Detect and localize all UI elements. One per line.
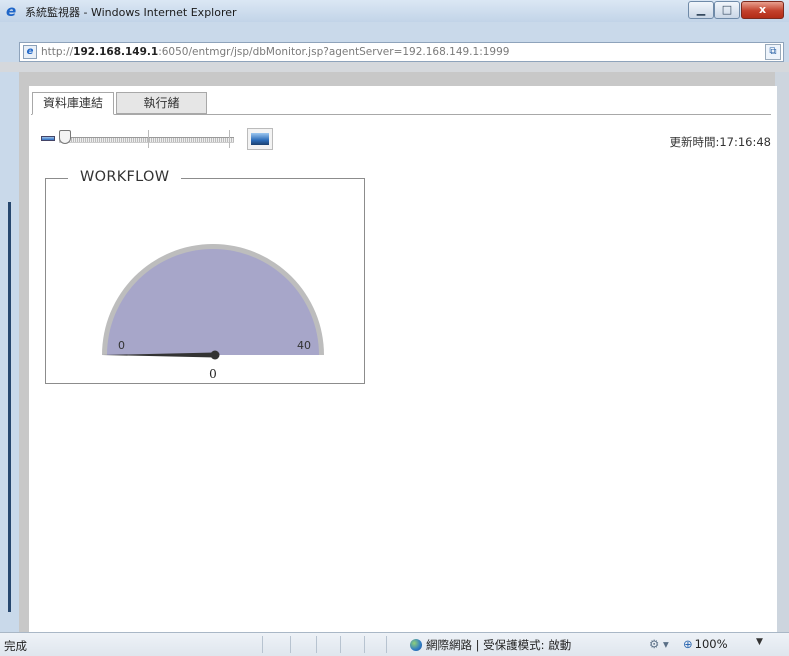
- monitor-page: 資料庫連結 執行緒 更新時間:17:16:48 WORKFLOW 0 40 0: [29, 86, 777, 632]
- scrollbar-vertical[interactable]: [775, 72, 789, 632]
- globe-icon: [410, 639, 422, 651]
- compatibility-view-button[interactable]: ⧉: [765, 44, 781, 60]
- status-divider: [364, 636, 365, 653]
- protected-mode-icon[interactable]: ⚙ ▾: [649, 637, 669, 651]
- status-divider: [316, 636, 317, 653]
- tab-threads[interactable]: 執行緒: [116, 92, 207, 114]
- page-icon: e: [23, 45, 37, 59]
- toolbar-strip: [0, 62, 789, 72]
- address-bar[interactable]: e http://192.168.149.1:6050/entmgr/jsp/d…: [19, 42, 784, 62]
- tab-divider: [31, 114, 771, 115]
- zoom-dropdown-icon[interactable]: ▼: [756, 637, 763, 647]
- update-time: 更新時間:17:16:48: [669, 135, 771, 149]
- zoom-in-icon[interactable]: [247, 128, 273, 150]
- ie-logo-icon: e: [6, 2, 17, 20]
- maximize-button[interactable]: □: [714, 1, 740, 19]
- content-area: 資料庫連結 執行緒 更新時間:17:16:48 WORKFLOW 0 40 0: [19, 72, 777, 632]
- status-divider: [290, 636, 291, 653]
- left-frame: [0, 72, 19, 632]
- magnifier-icon: ⊕: [683, 637, 693, 651]
- security-zone[interactable]: 網際網路 | 受保護模式: 啟動: [410, 637, 571, 653]
- address-url[interactable]: http://192.168.149.1:6050/entmgr/jsp/dbM…: [41, 46, 509, 58]
- status-divider: [262, 636, 263, 653]
- zoom-control[interactable]: ⊕ 100%: [683, 637, 728, 651]
- window-title: 系統監視器 - Windows Internet Explorer: [25, 6, 237, 19]
- workflow-gauge: 0 40 0: [102, 244, 324, 381]
- status-divider: [340, 636, 341, 653]
- title-bar[interactable]: e 系統監視器 - Windows Internet Explorer ▁ □ …: [0, 0, 789, 22]
- ie-window: e 系統監視器 - Windows Internet Explorer ▁ □ …: [0, 0, 789, 656]
- minimize-icon: ▁: [696, 3, 706, 16]
- status-text: 完成: [4, 639, 27, 653]
- workflow-panel: WORKFLOW 0 40 0: [45, 169, 365, 384]
- slider-tick: [148, 130, 149, 148]
- zoom-slider-track[interactable]: [59, 137, 234, 143]
- gauge-min-label: 0: [118, 339, 125, 352]
- gauge-value-label: 0: [209, 367, 217, 381]
- gauge-face: [107, 249, 319, 355]
- close-icon: x: [758, 3, 767, 16]
- close-button[interactable]: x: [741, 1, 784, 19]
- slider-tick: [229, 130, 230, 148]
- status-divider: [386, 636, 387, 653]
- zoom-out-icon[interactable]: [41, 136, 55, 141]
- gauge-max-label: 40: [297, 339, 311, 352]
- maximize-icon: □: [721, 3, 733, 16]
- status-bar: 完成 網際網路 | 受保護模式: 啟動 ⚙ ▾ ⊕ 100% ▼: [0, 632, 789, 656]
- minimize-button[interactable]: ▁: [688, 1, 714, 19]
- gauge-pivot: [210, 350, 220, 360]
- tab-database-connections[interactable]: 資料庫連結: [32, 92, 114, 115]
- zoom-slider-thumb[interactable]: [59, 130, 71, 144]
